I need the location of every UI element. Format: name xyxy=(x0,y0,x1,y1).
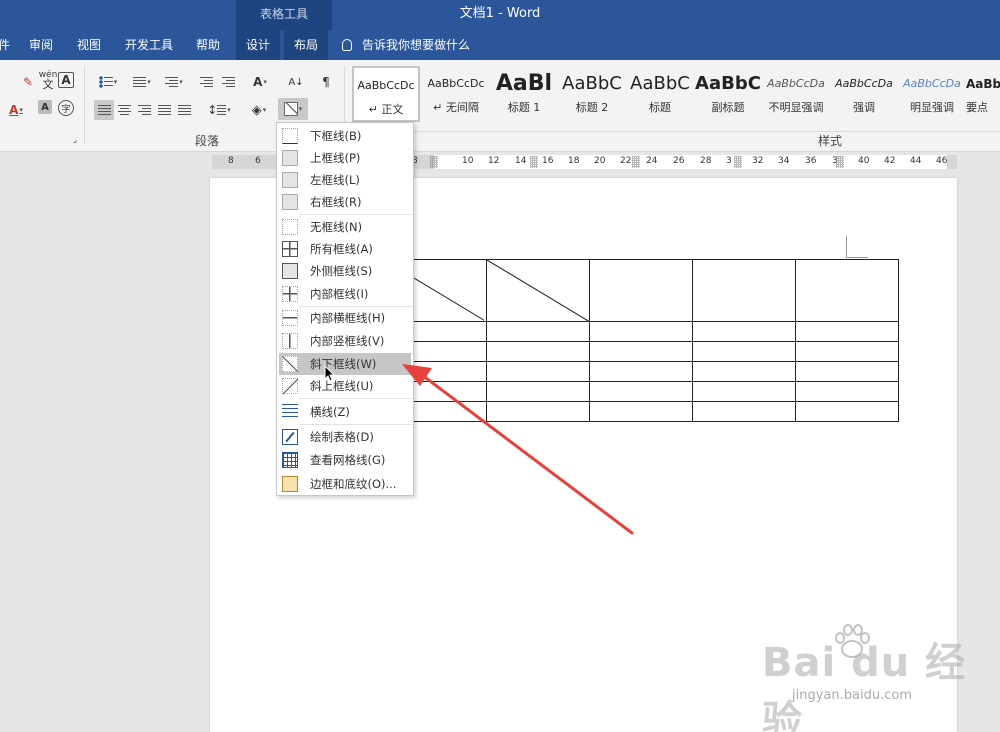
watermark-url: jingyan.baidu.com xyxy=(792,688,912,703)
mouse-cursor-icon xyxy=(324,365,336,382)
watermark-logo: Bai du 经验 xyxy=(762,640,967,732)
